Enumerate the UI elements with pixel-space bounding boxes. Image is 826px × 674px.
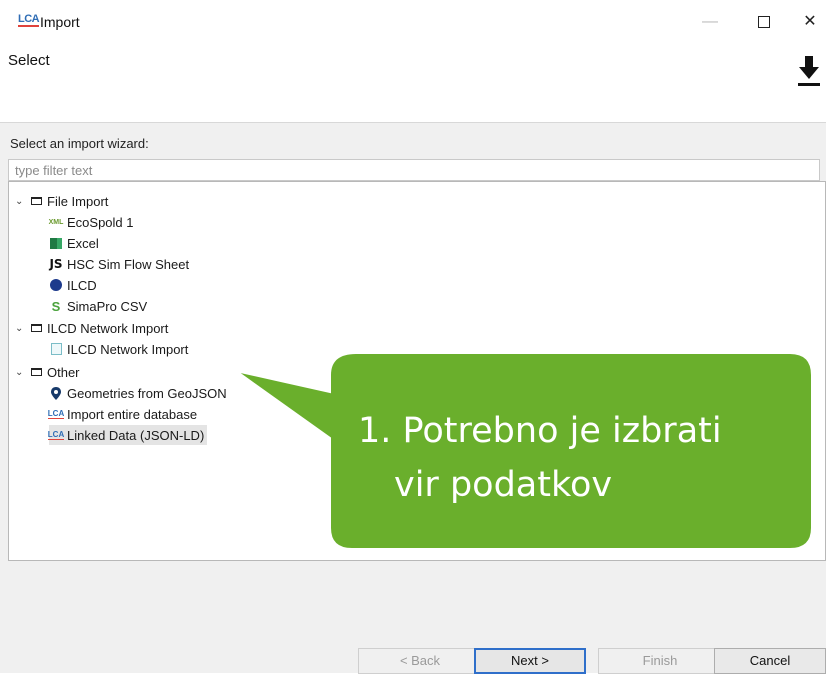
tree-item-excel[interactable]: Excel [49,233,99,253]
tree-group-label: ILCD Network Import [47,320,169,336]
tree-group-other[interactable]: ⌄ Other [15,362,80,382]
close-button[interactable]: ✕ [795,10,825,34]
maximize-button[interactable] [744,10,784,34]
tree-group-label: Other [47,364,80,380]
tree-item-hsc[interactable]: JS HSC Sim Flow Sheet [49,254,189,274]
tree-item-label: EcoSpold 1 [67,214,134,230]
back-button[interactable]: < Back [358,648,482,674]
chevron-down-icon: ⌄ [15,366,24,378]
download-icon [798,56,820,86]
filter-input[interactable] [8,159,820,181]
tree-item-label: HSC Sim Flow Sheet [67,256,190,272]
import-wizard-prompt: Select an import wizard: [10,136,149,151]
tree-item-geojson[interactable]: Geometries from GeoJSON [49,383,227,403]
excel-icon [49,236,63,250]
minimize-button[interactable]: — [690,10,730,34]
ilcd-icon [49,278,63,292]
page-title: Select [8,52,50,69]
title-bar: LCA Import — ✕ [0,0,826,44]
tree-item-label: ILCD Network Import [67,341,189,357]
tree-item-label: Geometries from GeoJSON [67,385,227,401]
wizard-content: Select an import wizard: ⌄ File Import X… [0,123,826,623]
tree-item-label: ILCD [67,277,97,293]
tree-item-label: SimaPro CSV [67,298,148,314]
network-icon [49,342,63,356]
finish-button[interactable]: Finish [598,648,722,674]
tree-item-label: Excel [67,235,99,251]
chevron-down-icon: ⌄ [15,322,24,334]
app-logo-icon: LCA [18,13,40,27]
folder-icon [29,194,43,208]
folder-icon [29,321,43,335]
xml-icon: XML [48,218,64,226]
lca-icon: LCA [47,408,65,419]
folder-icon [29,365,43,379]
wizard-header: Select [0,44,826,123]
maximize-icon [758,15,770,28]
tree-group-label: File Import [47,193,109,209]
tree-item-label: Import entire database [67,406,198,422]
window-title: Import [40,14,80,30]
lca-icon: LCA [47,429,65,440]
tree-item-import-database[interactable]: LCA Import entire database [47,404,198,424]
next-button[interactable]: Next > [474,648,586,674]
callout-line-2: vir podatkov [394,465,613,505]
tree-item-linked-data[interactable]: LCA Linked Data (JSON-LD) [47,425,208,445]
tree-item-ilcd[interactable]: ILCD [49,275,97,295]
tree-item-simapro[interactable]: S SimaPro CSV [49,296,148,316]
chevron-down-icon: ⌄ [15,195,24,207]
tree-item-ilcd-network[interactable]: ILCD Network Import [49,339,188,359]
cancel-button[interactable]: Cancel [714,648,826,674]
tree-item-label: Linked Data (JSON-LD) [67,427,205,443]
tree-group-file-import[interactable]: ⌄ File Import [15,191,108,211]
callout-text: 1. Potrebno je izbrati vir podatkov [358,404,798,512]
callout-line-1: 1. Potrebno je izbrati [358,411,722,451]
tree-item-ecospold[interactable]: XML EcoSpold 1 [49,212,134,232]
tree-group-ilcd-network[interactable]: ⌄ ILCD Network Import [15,318,168,338]
simapro-icon: S [51,298,61,314]
map-pin-icon [49,386,63,400]
js-icon: JS [49,257,63,271]
